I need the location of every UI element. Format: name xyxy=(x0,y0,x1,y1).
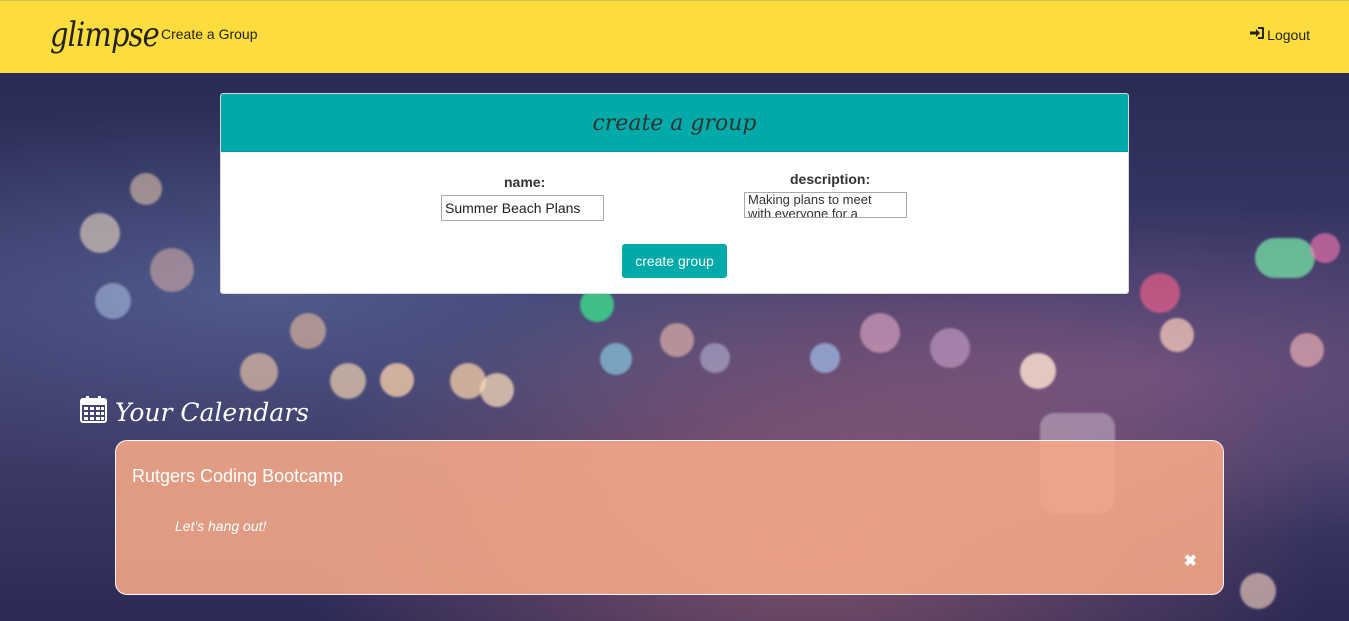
create-group-title: create a group xyxy=(221,94,1128,152)
calendar-description: Let's hang out! xyxy=(175,518,267,534)
create-group-card: create a group name: description: Making… xyxy=(220,93,1129,294)
name-label: name: xyxy=(504,174,546,190)
logout-button[interactable]: Logout xyxy=(1249,26,1310,43)
logout-label: Logout xyxy=(1267,26,1310,43)
description-label: description: xyxy=(790,171,871,187)
sign-in-icon xyxy=(1249,26,1265,43)
group-description-input[interactable]: Making plans to meet with everyone for a… xyxy=(744,192,907,218)
calendar-card[interactable]: Rutgers Coding Bootcamp Let's hang out! … xyxy=(115,440,1224,595)
calendar-icon xyxy=(80,395,107,429)
your-calendars-heading: Your Calendars xyxy=(80,395,309,429)
create-group-button[interactable]: create group xyxy=(622,244,727,278)
calendar-title[interactable]: Rutgers Coding Bootcamp xyxy=(132,466,343,487)
create-group-link[interactable]: Create a Group xyxy=(161,26,258,42)
group-name-input[interactable] xyxy=(441,195,604,221)
top-navbar: glimpse Create a Group Logout xyxy=(0,0,1349,73)
brand-logo[interactable]: glimpse xyxy=(50,15,160,55)
your-calendars-title: Your Calendars xyxy=(115,397,309,427)
close-icon[interactable]: ✖ xyxy=(1184,551,1197,571)
